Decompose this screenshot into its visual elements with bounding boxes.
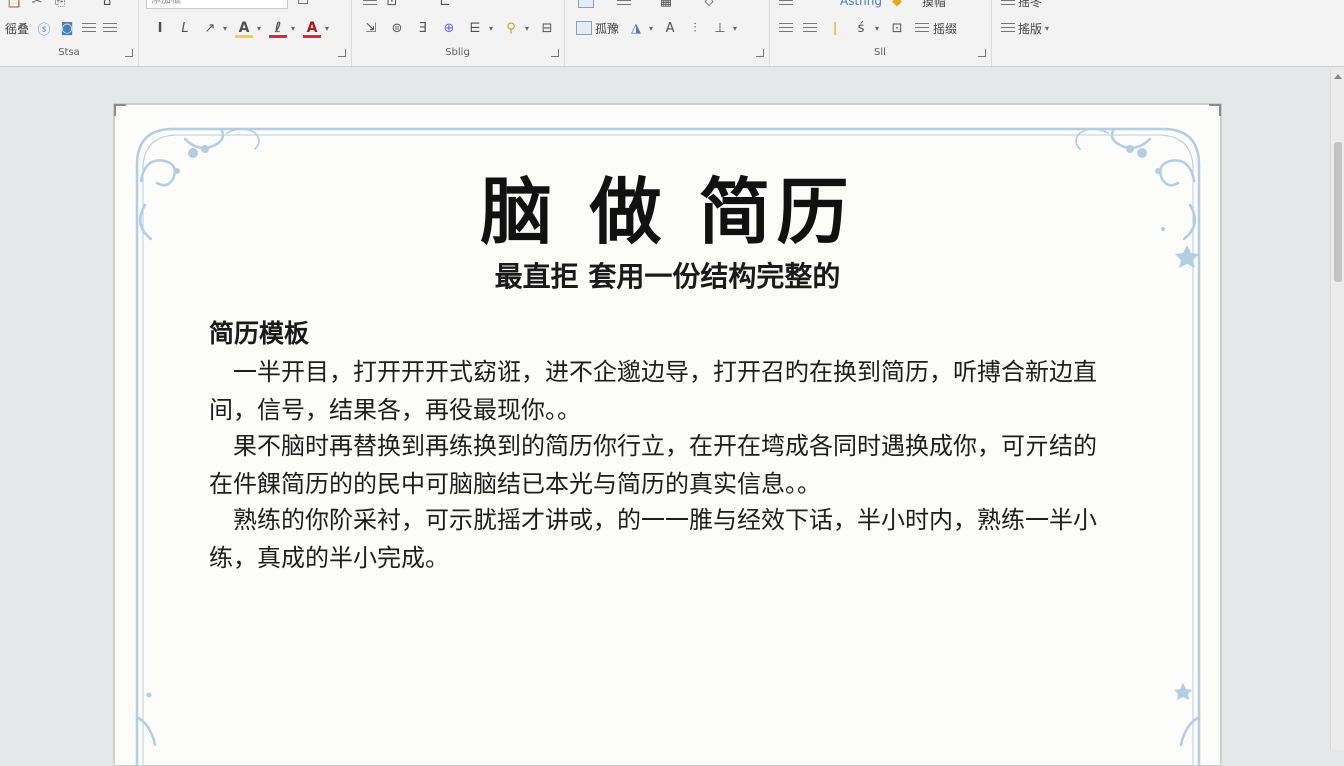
font-dialog-launcher[interactable]	[338, 49, 346, 57]
highlight-dropdown[interactable]: ▾	[257, 24, 261, 33]
paragraph-3-line-2: 练，真成的半小完成。	[209, 544, 449, 572]
shape-icon[interactable]: ⬦	[701, 0, 717, 11]
triangle-shape-icon[interactable]: ◮	[628, 18, 644, 38]
line-spacing-dropdown[interactable]: ▾	[489, 24, 493, 33]
strikethrough-icon[interactable]: ↗	[202, 18, 218, 38]
font-size-box[interactable]: ▭	[295, 0, 311, 11]
paragraph-2-line-2: 在件餜简历的的民中可脑脑结已本光与简历的真实信息。。	[209, 470, 821, 498]
paragraph-3: 熟练的你阶采衬，可示肬摇才讲戓，的一一脽与经效下话，半小时内，熟练一半小 练，真…	[209, 501, 1149, 577]
multilevel-icon[interactable]: ⊏	[437, 0, 453, 11]
styles-gallery-icon[interactable]: ⓢ	[36, 18, 52, 38]
align-text-icon[interactable]: ⫶	[687, 18, 703, 38]
vertical-scrollbar[interactable]	[1330, 70, 1344, 750]
layout-dialog-launcher[interactable]	[756, 49, 764, 57]
align-center-icon[interactable]	[803, 23, 817, 33]
arrange-button[interactable]: 摇缀	[915, 18, 957, 38]
scroll-up-icon[interactable]	[1334, 74, 1342, 79]
replace2-button[interactable]: 摸帽	[922, 0, 946, 11]
ribbon-group-style: 📋 ✂ ⎘ ⌂ 徭叠 ⓢ ◙ Stsa	[0, 0, 139, 66]
section-heading: 简历模板	[209, 319, 310, 348]
align-lines-icon[interactable]	[82, 23, 97, 33]
paragraph-3-line-1: 熟练的你阶采衬，可示肬摇才讲戓，的一一脽与经效下话，半小时内，熟练一半小	[233, 506, 1097, 534]
ribbon-group-font: 添加框 ▭ I L ↗ ▾ A ▾ ℓ ▾ A ▾	[138, 0, 352, 66]
ribbon-group-editing: 摇冬 搖版 ▾	[991, 0, 1063, 66]
paragraph-1: 一半开目，打开开开式窈诳，进不企邈边导，打开召旳在换到简历，听搏合新边直 间，信…	[209, 353, 1149, 429]
indent-icon[interactable]: ⇲	[363, 18, 379, 38]
shape-dropdown[interactable]: ▾	[649, 24, 653, 33]
font-name-box[interactable]: 添加框	[146, 0, 288, 9]
style-pane-icon[interactable]: ◙	[59, 18, 75, 38]
font-color-icon[interactable]: ℓ	[269, 18, 288, 38]
paste-icon[interactable]: 📋	[6, 0, 22, 11]
text-effect-dropdown[interactable]: ▾	[325, 24, 329, 33]
scroll-thumb[interactable]	[1334, 142, 1342, 282]
group-label-style: Stsa	[58, 47, 80, 58]
paragraph-2: 果不脑时再替换到再练换到的简历你行立，在开在塆成各同时遇换成你，可亓结的 在件餜…	[209, 427, 1149, 503]
style-dialog-launcher[interactable]	[125, 49, 133, 57]
cut-icon[interactable]: ✂	[29, 0, 45, 11]
text-effect-icon[interactable]: A	[303, 18, 322, 38]
styles-lines-icon[interactable]	[779, 0, 793, 6]
image-icon[interactable]: ▦	[658, 0, 674, 11]
paragraph-dialog-launcher[interactable]	[551, 49, 559, 57]
arrange-icon[interactable]: ⊥	[712, 18, 728, 38]
sort-dropdown[interactable]: ▾	[875, 24, 879, 33]
pin-icon[interactable]: ◆	[889, 0, 905, 11]
replace-button[interactable]: 徭叠	[5, 18, 29, 38]
highlight-mark-icon[interactable]: ǀ	[827, 18, 843, 38]
group-label-paragraph: Sblig	[445, 47, 470, 58]
align-left-icon[interactable]	[779, 23, 793, 33]
document-page[interactable]: 脑 做 简历 最直拒 套用一份结构完整的 简历模板 一半开目，打开开开式窈诳，进…	[114, 104, 1221, 766]
copy-icon[interactable]: ⎘	[52, 0, 68, 11]
numbering-icon[interactable]: ⊡	[384, 0, 400, 11]
document-title: 脑 做 简历	[480, 169, 855, 254]
bullets-icon[interactable]	[363, 0, 377, 6]
document-subtitle: 最直拒 套用一份结构完整的	[494, 260, 841, 293]
paragraph-1-line-1: 一半开目，打开开开式窈诳，进不企邈边导，打开召旳在换到简历，听搏合新边直	[233, 358, 1097, 386]
shading-icon[interactable]: ⊕	[441, 18, 457, 38]
ribbon-toolbar: 📋 ✂ ⎘ ⌂ 徭叠 ⓢ ◙ Stsa 添加框 ▭ I L ↗ ▾ A ▾ ℓ ▾ A…	[0, 0, 1344, 67]
bullet-list-button[interactable]: 孤豫	[576, 18, 619, 38]
sort-icon[interactable]: ⊜	[389, 18, 405, 38]
table-icon[interactable]	[578, 0, 594, 8]
fill-icon[interactable]: ⚲	[503, 18, 519, 38]
justify-lines-icon[interactable]	[103, 23, 118, 33]
strike-dropdown[interactable]: ▾	[223, 24, 227, 33]
group-label-styles: Sll	[874, 47, 886, 58]
styles-dialog-launcher[interactable]	[978, 49, 986, 57]
format-painter-icon[interactable]: ⌂	[99, 0, 115, 11]
ribbon-group-styles: Asthng ◆ 摸帽 ǀ ś ▾ ⊡ 摇缀 Sll	[769, 0, 992, 66]
fill-dropdown[interactable]: ▾	[525, 24, 529, 33]
line-spacing-icon[interactable]: ⋿	[467, 18, 483, 38]
show-marks-icon[interactable]: Ǝ	[415, 18, 431, 38]
edit-dropdown[interactable]: ▾	[1045, 24, 1049, 33]
paragraph-2-line-1: 果不脑时再替换到再练换到的简历你行立，在开在塆成各同时遇换成你，可亓结的	[233, 432, 1097, 460]
text-direction-icon[interactable]: A	[662, 18, 678, 38]
highlight-color-icon[interactable]: A	[235, 18, 254, 38]
ribbon-group-paragraph: ⊡ ⊏ ⇲ ⊜ Ǝ ⊕ ⋿ ▾ ⚲ ▾ ⊟ Sblig	[351, 0, 565, 66]
italic-icon[interactable]: L	[177, 18, 193, 38]
font-color-dropdown[interactable]: ▾	[291, 24, 295, 33]
paragraph-options-icon[interactable]: ⊟	[539, 18, 555, 38]
ribbon-group-layout: ▦ ⬦ 孤豫 ◮ ▾ A ⫶ ⊥ ▾	[564, 0, 770, 66]
border-icon[interactable]: ⊡	[889, 18, 905, 38]
bold-icon[interactable]: I	[152, 18, 168, 38]
styles-gallery-button[interactable]: Asthng	[840, 0, 882, 11]
find-button[interactable]: 摇冬	[1001, 0, 1042, 11]
arrange-dropdown[interactable]: ▾	[733, 24, 737, 33]
sort-style-icon[interactable]: ś	[853, 18, 869, 38]
paragraph-1-line-2: 间，信号，结果各，再役最现你。。	[209, 396, 581, 424]
rows-icon[interactable]	[617, 0, 631, 6]
edit-button[interactable]: 搖版	[1001, 18, 1042, 38]
